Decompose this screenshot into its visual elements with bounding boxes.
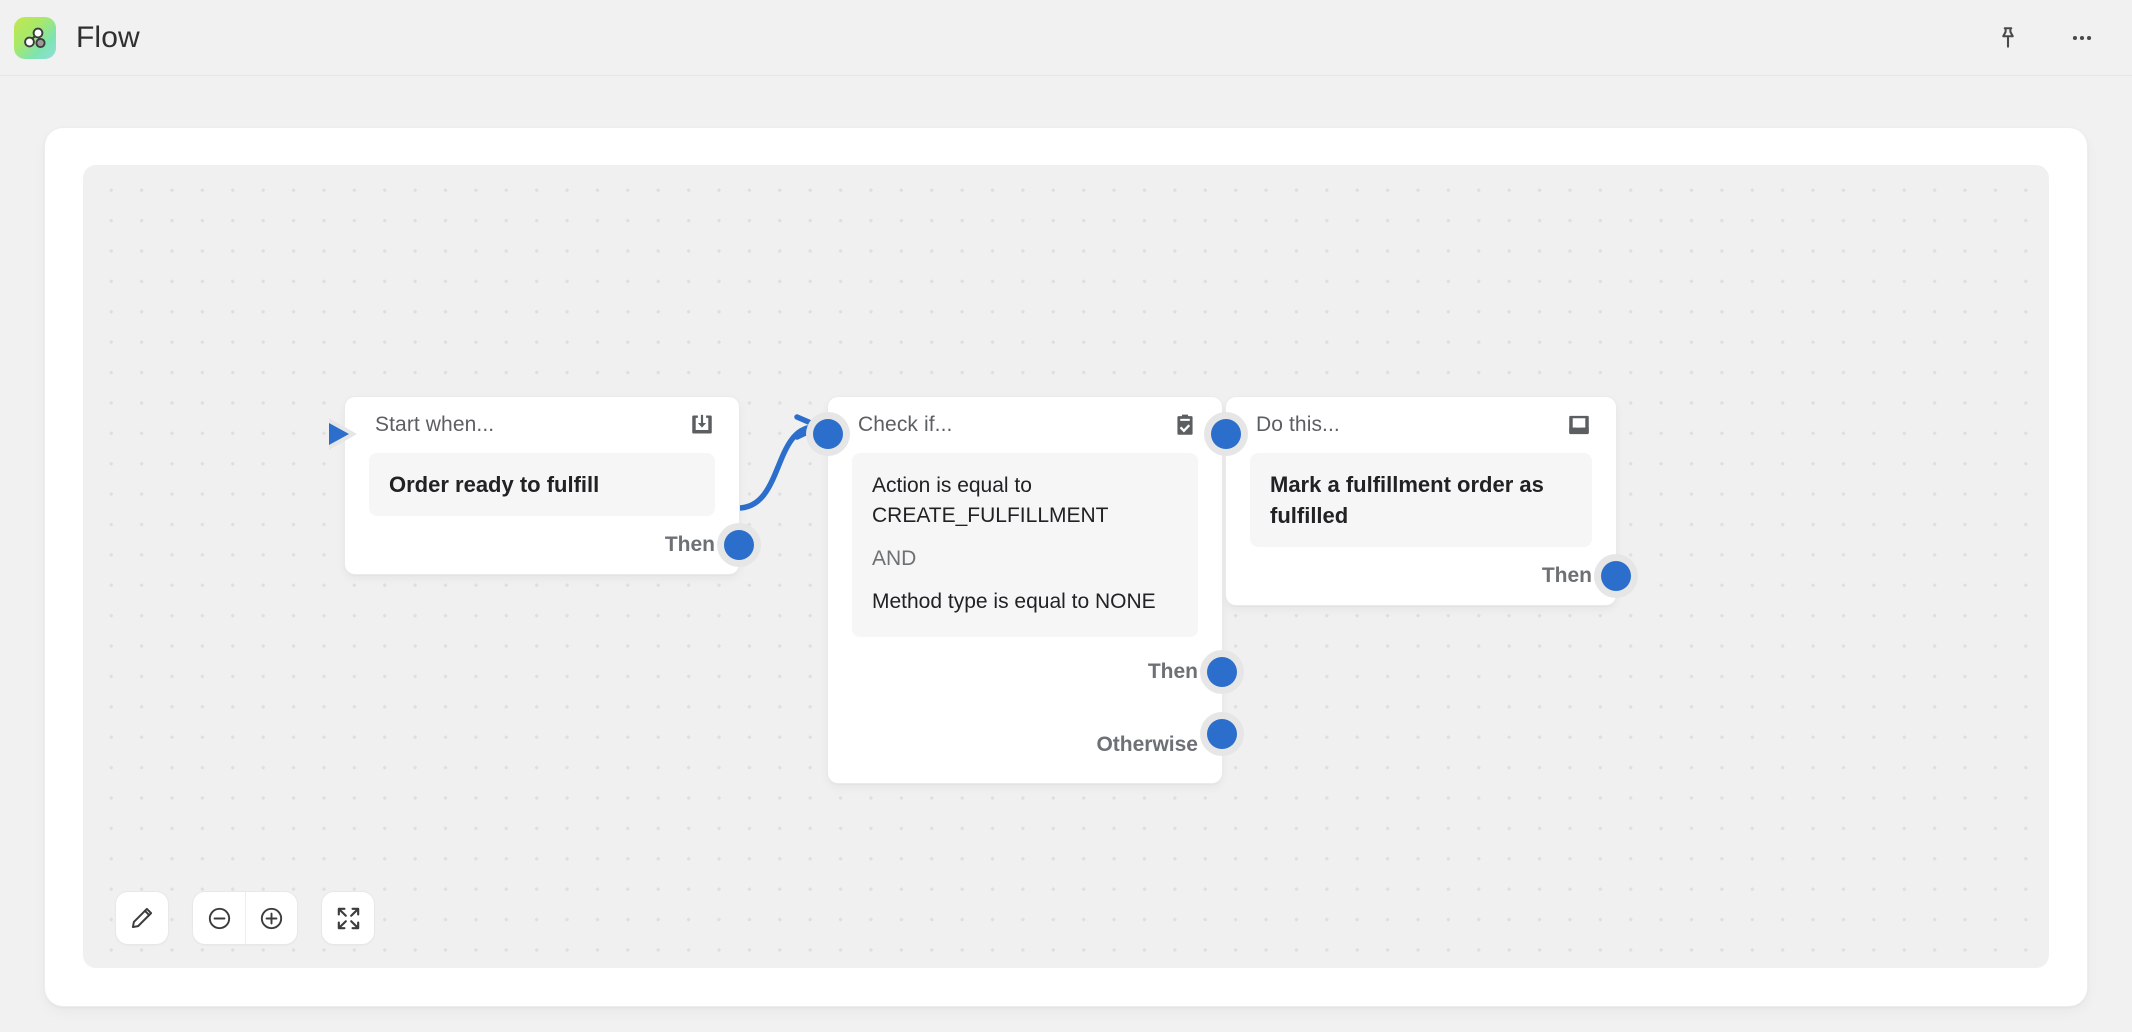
chip-title: Mark a fulfillment order as fulfilled <box>1270 472 1544 528</box>
port-then-action[interactable] <box>1594 554 1638 598</box>
node-chip-action[interactable]: Mark a fulfillment order as fulfilled <box>1250 453 1592 547</box>
node-head-label: Do this... <box>1256 413 1340 436</box>
node-head-action: Do this... <box>1226 397 1616 453</box>
port-label: Then <box>1541 564 1592 587</box>
chip-title: Order ready to fulfill <box>389 472 600 497</box>
port-row-then: Then <box>1226 547 1638 605</box>
condition-line: Method type is equal to NONE <box>872 590 1156 613</box>
condition-operator: AND <box>872 547 917 570</box>
port-then-trigger[interactable] <box>717 523 761 567</box>
port-label: Then <box>664 533 715 556</box>
node-card-action[interactable]: Do this... Mark a fulfillment order as f… <box>1204 397 1638 605</box>
inbox-download-icon <box>689 412 715 438</box>
clipboard-check-icon <box>1172 412 1198 438</box>
condition-list[interactable]: Action is equal to CREATE_FULFILLMENT AN… <box>852 453 1198 637</box>
port-input-condition[interactable] <box>806 412 850 456</box>
flow-canvas[interactable]: Start when... Order ready to fulfill The… <box>83 165 2049 968</box>
edit-pencil-button[interactable] <box>116 892 168 944</box>
port-row-then: Then <box>345 516 761 574</box>
port-label: Otherwise <box>1096 733 1198 756</box>
node-head-label: Start when... <box>375 413 495 436</box>
inbox-tray-icon <box>1566 412 1592 438</box>
page-title: Flow <box>76 20 140 54</box>
zoom-controls <box>193 892 297 944</box>
pin-icon[interactable] <box>1988 18 2028 58</box>
port-otherwise-condition[interactable] <box>1200 712 1244 756</box>
port-row-then: Then <box>828 637 1244 707</box>
port-row-otherwise: Otherwise <box>828 707 1244 783</box>
flow-graph-logo-icon <box>14 16 56 59</box>
port-label: Then <box>1147 660 1198 683</box>
header-actions <box>1988 18 2102 58</box>
zoom-in-button[interactable] <box>245 892 297 944</box>
port-input-action[interactable] <box>1204 412 1248 456</box>
collapse-fit-button[interactable] <box>322 892 374 944</box>
zoom-out-button[interactable] <box>193 892 245 944</box>
node-head-trigger: Start when... <box>345 397 739 453</box>
condition-line: Action is equal to CREATE_FULFILLMENT <box>872 474 1109 527</box>
port-then-condition[interactable] <box>1200 650 1244 694</box>
node-card-trigger[interactable]: Start when... Order ready to fulfill The… <box>329 397 761 574</box>
flow-start-marker-icon[interactable] <box>323 412 367 456</box>
node-chip-trigger[interactable]: Order ready to fulfill <box>369 453 715 516</box>
flow-panel: Start when... Order ready to fulfill The… <box>45 128 2087 1006</box>
more-options-icon[interactable] <box>2062 18 2102 58</box>
node-card-condition[interactable]: Check if... Action is equal to CREATE_FU… <box>806 397 1244 783</box>
app-header: Flow <box>0 0 2132 76</box>
node-head-condition: Check if... <box>828 397 1222 453</box>
node-head-label: Check if... <box>858 413 953 436</box>
canvas-toolbar <box>116 892 374 944</box>
connector-trigger-to-condition <box>735 424 816 511</box>
